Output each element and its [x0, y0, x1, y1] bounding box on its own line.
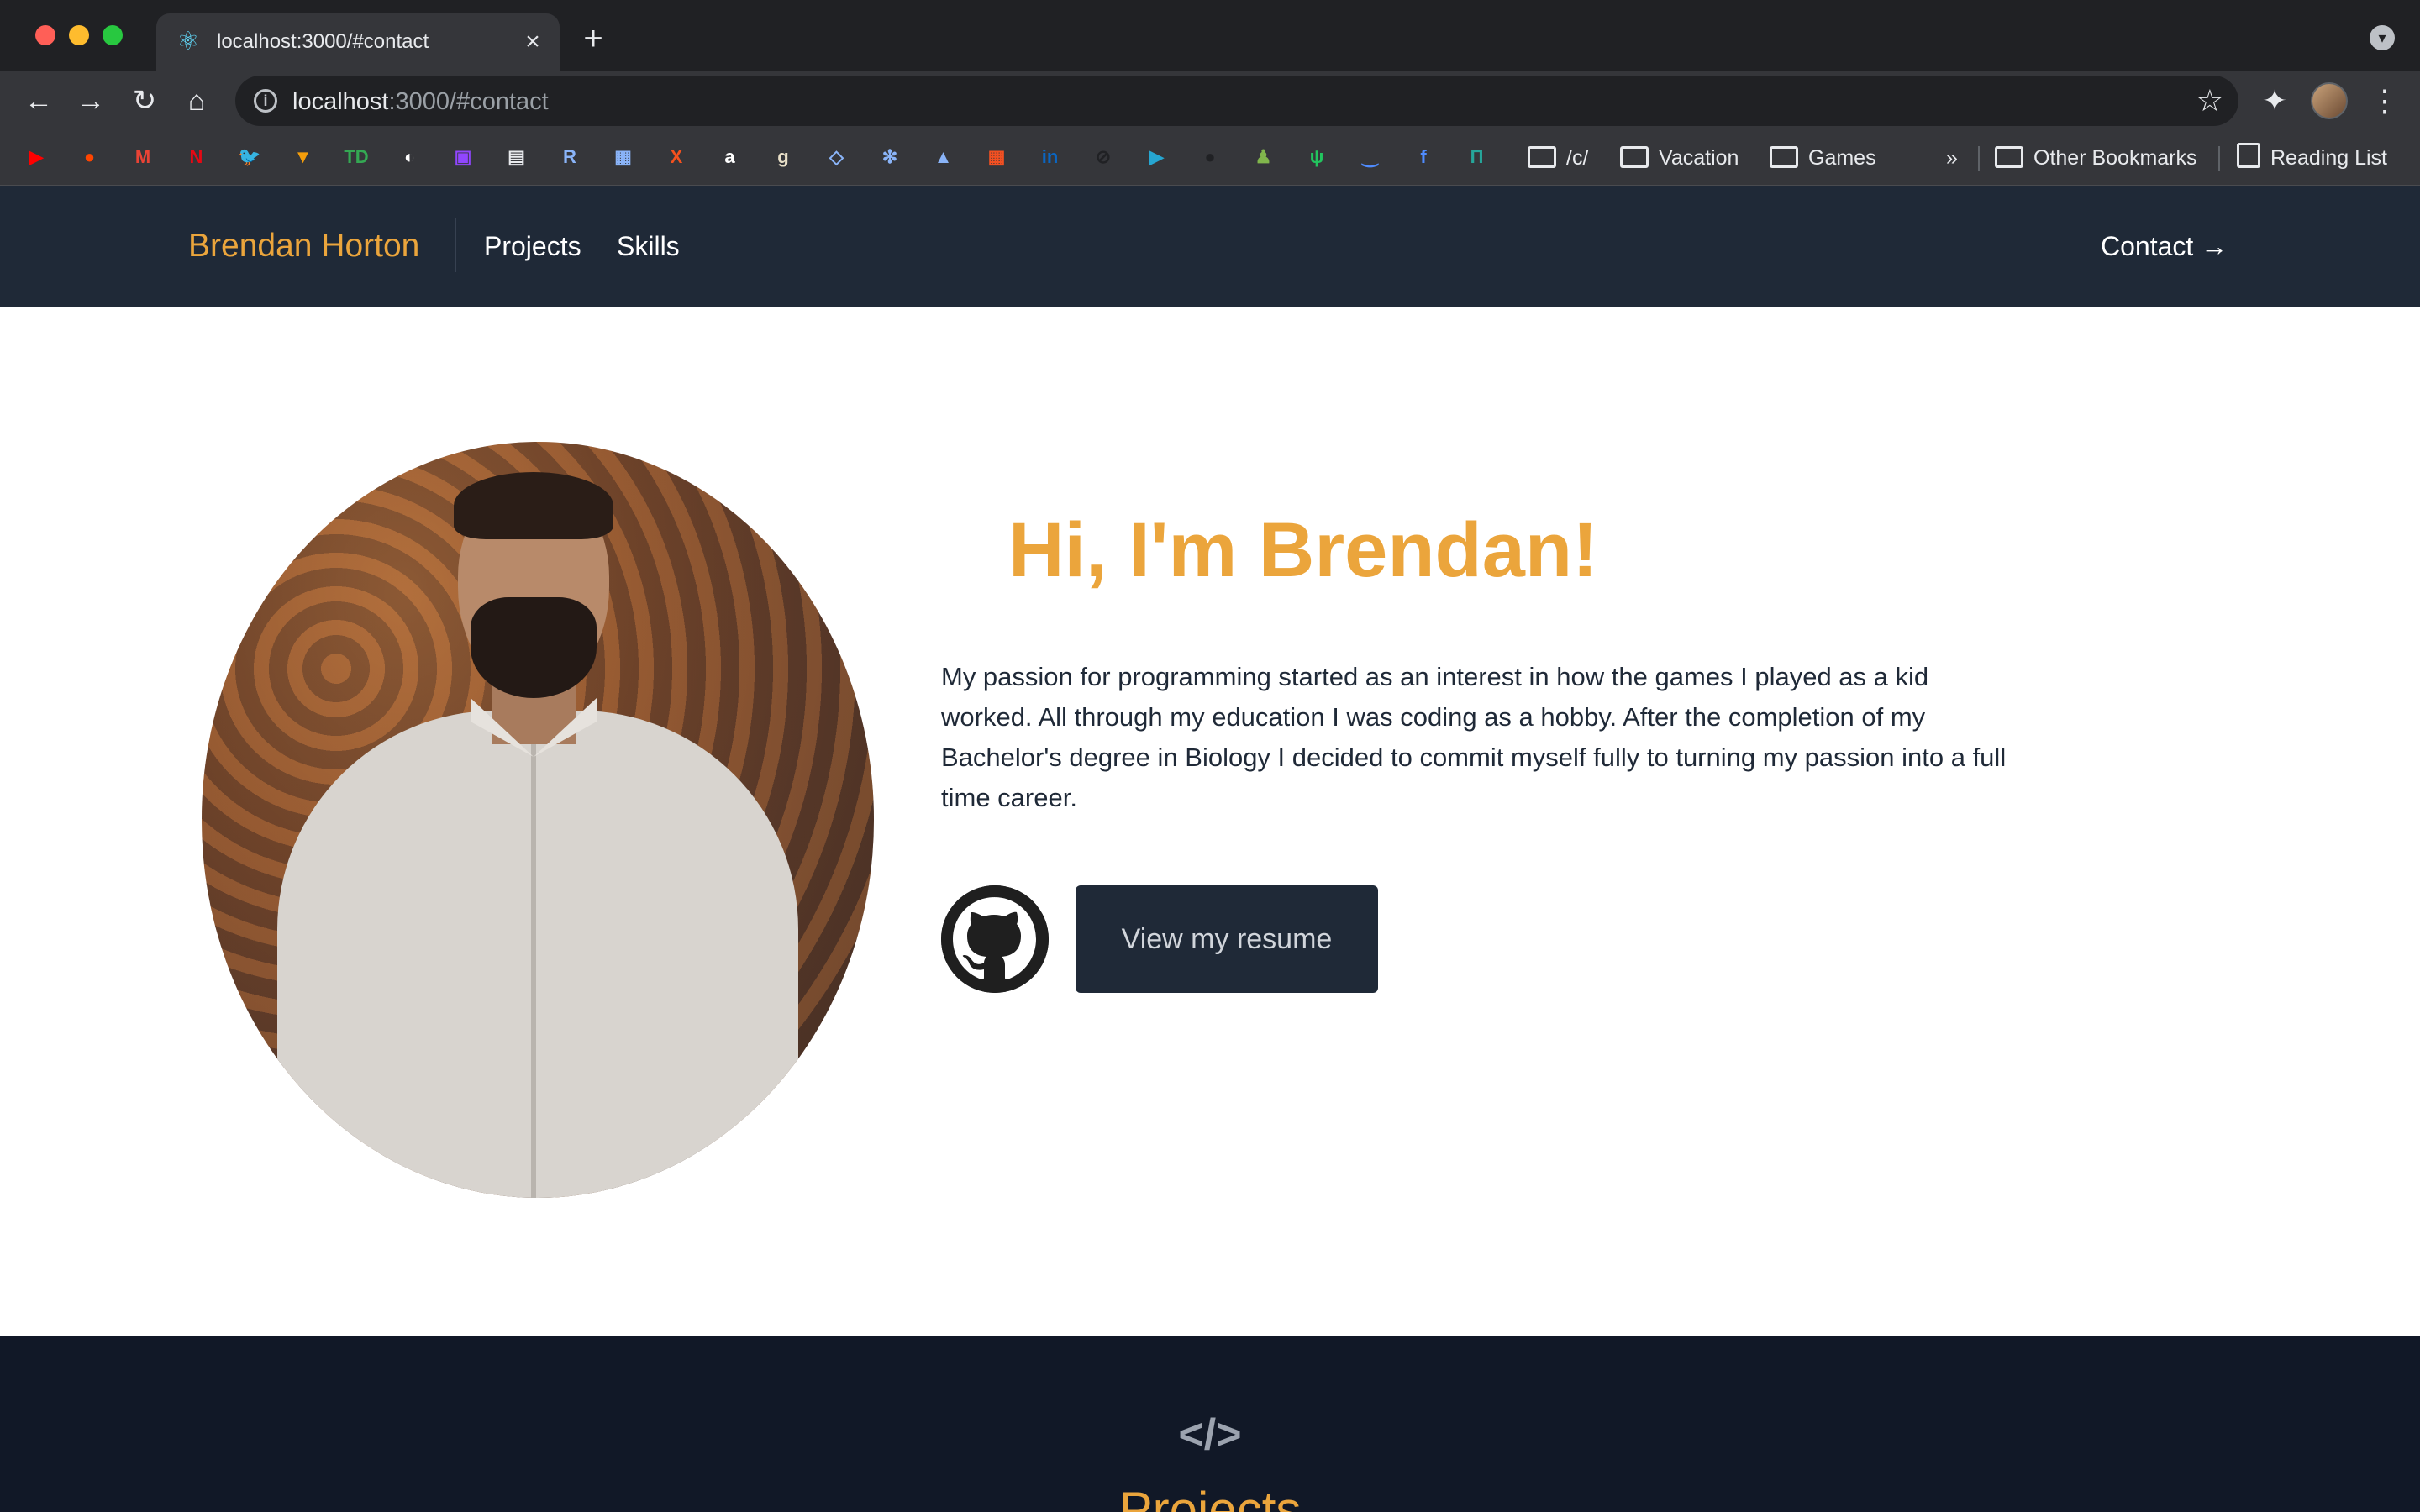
- tab-active[interactable]: ⚛ localhost:3000/#contact ×: [156, 13, 560, 71]
- reading-list-button[interactable]: Reading List: [2237, 141, 2387, 175]
- reading-list-label: Reading List: [2270, 146, 2387, 170]
- linkedin-icon[interactable]: in: [1036, 143, 1065, 171]
- github-link[interactable]: [941, 885, 1049, 993]
- r-icon[interactable]: R: [555, 143, 584, 171]
- about-section: Hi, I'm Brendan! My passion for programm…: [0, 307, 2420, 1336]
- other-bookmarks-label: Other Bookmarks: [2033, 146, 2197, 170]
- bookmarks-separator: [1978, 146, 1980, 171]
- folder-icon: [1620, 146, 1649, 168]
- close-window-button[interactable]: [35, 25, 55, 45]
- close-tab-icon[interactable]: ×: [518, 27, 548, 57]
- app-circle-icon[interactable]: ◐: [396, 143, 424, 171]
- minimize-window-button[interactable]: [69, 25, 89, 45]
- back-icon[interactable]: ←: [22, 84, 55, 118]
- photo-hair: [454, 472, 613, 539]
- n-square-icon[interactable]: П: [1463, 143, 1491, 171]
- bookmarks-separator: [2218, 146, 2220, 171]
- other-bookmarks-folder[interactable]: Other Bookmarks: [1995, 141, 2197, 175]
- code-icon: </>: [1178, 1410, 1242, 1459]
- bookmark-folder-c[interactable]: /c/: [1528, 141, 1588, 175]
- url-path: :3000/#contact: [388, 88, 549, 115]
- photo-shirt: [277, 711, 798, 1198]
- tab-strip: ⚛ localhost:3000/#contact × + ▾: [0, 0, 2420, 71]
- projects-section: </> Projects: [0, 1336, 2420, 1512]
- view-resume-button[interactable]: View my resume: [1076, 885, 1378, 993]
- nav-link-skills[interactable]: Skills: [617, 228, 680, 264]
- address-bar[interactable]: i localhost:3000/#contact ☆: [235, 76, 2238, 126]
- profile-photo: [202, 442, 874, 1198]
- twitter-icon[interactable]: 🐦: [235, 143, 264, 171]
- maximize-window-button[interactable]: [103, 25, 123, 45]
- bookmarks-overflow-button[interactable]: »: [1946, 141, 1958, 175]
- github-icon: [941, 885, 1049, 993]
- profile-avatar[interactable]: [2311, 82, 2348, 119]
- projects-heading: Projects: [1092, 1485, 1328, 1512]
- chess-pawn-icon[interactable]: ♟: [1249, 143, 1278, 171]
- bookmark-folder-vacation[interactable]: Vacation: [1620, 141, 1739, 175]
- goodreads-icon[interactable]: g: [769, 143, 797, 171]
- photo-shirt-placket: [531, 744, 536, 1198]
- td-bank-icon[interactable]: TD: [342, 143, 371, 171]
- youtube-icon[interactable]: ▶: [22, 143, 50, 171]
- bookmark-folder-label: Games: [1808, 146, 1876, 170]
- browser-chrome: ⚛ localhost:3000/#contact × + ▾ ← → ↻ ⌂ …: [0, 0, 2420, 186]
- photo-beard: [471, 597, 597, 698]
- terminal-icon[interactable]: ▤: [502, 143, 531, 171]
- twitch-icon[interactable]: ▣: [449, 143, 477, 171]
- extensions-puzzle-icon[interactable]: ✦: [2262, 84, 2287, 118]
- react-icon: ⚛: [176, 28, 200, 55]
- microsoft-icon[interactable]: ▦: [982, 143, 1011, 171]
- x-icon[interactable]: X: [662, 143, 691, 171]
- f-circle-icon[interactable]: f: [1409, 143, 1438, 171]
- gmail-icon[interactable]: M: [129, 143, 157, 171]
- site-info-icon[interactable]: i: [254, 89, 277, 113]
- hero-title: Hi, I'm Brendan!: [1008, 507, 1598, 593]
- bookmark-folder-games[interactable]: Games: [1770, 141, 1876, 175]
- atom-icon[interactable]: ✻: [876, 143, 904, 171]
- tab-title: localhost:3000/#contact: [217, 30, 429, 53]
- reddit-icon[interactable]: ●: [76, 143, 104, 171]
- site-header: Brendan Horton Projects Skills Contact →: [0, 186, 2420, 307]
- contact-link[interactable]: Contact →: [2101, 228, 2228, 264]
- cactus-icon[interactable]: ψ: [1302, 143, 1331, 171]
- home-icon[interactable]: ⌂: [180, 84, 213, 118]
- new-tab-button[interactable]: +: [576, 22, 610, 55]
- bookmark-star-icon[interactable]: ☆: [2196, 84, 2223, 118]
- browser-toolbar: ← → ↻ ⌂ i localhost:3000/#contact ☆: [0, 71, 2420, 131]
- reload-icon[interactable]: ↻: [128, 84, 161, 118]
- smile-icon[interactable]: ‿: [1356, 143, 1385, 171]
- bookmarks-bar: ▶ ● M N 🐦 ▼ TD ◐ ▣ ▤ R ▦ Xa g ◇ ✻ ▲ ▦ in ⊘ ▶ ● ♟ ψ ‿ f П /c/ Vacat…: [0, 131, 2420, 186]
- nav-link-projects[interactable]: Projects: [484, 228, 581, 264]
- funnel-icon[interactable]: ▼: [289, 143, 318, 171]
- vector-icon[interactable]: ◇: [823, 143, 851, 171]
- amazon-icon[interactable]: a: [716, 143, 744, 171]
- folder-icon: [1770, 146, 1798, 168]
- reading-list-icon: [2237, 143, 2260, 168]
- play-circle-icon[interactable]: ▶: [1143, 143, 1171, 171]
- folder-icon: [1995, 146, 2023, 168]
- scroll-icon[interactable]: ▦: [609, 143, 638, 171]
- url-host: localhost: [292, 88, 389, 115]
- github-icon[interactable]: ●: [1196, 143, 1224, 171]
- browser-menu-icon[interactable]: ⋮: [2370, 82, 2400, 119]
- address-url[interactable]: localhost:3000/#contact: [292, 87, 549, 116]
- netflix-icon[interactable]: N: [182, 143, 211, 171]
- slash-circle-icon[interactable]: ⊘: [1089, 143, 1118, 171]
- bookmark-folder-label: /c/: [1566, 146, 1589, 170]
- bookmark-folder-label: Vacation: [1659, 146, 1739, 170]
- graduation-cap-icon[interactable]: ▲: [929, 143, 958, 171]
- folder-icon: [1528, 146, 1556, 168]
- tab-search-icon[interactable]: ▾: [2370, 25, 2395, 50]
- nav-divider: [455, 218, 456, 272]
- forward-icon[interactable]: →: [74, 84, 108, 118]
- hero-description: My passion for programming started as an…: [941, 662, 2007, 812]
- brand-link[interactable]: Brendan Horton: [188, 225, 419, 267]
